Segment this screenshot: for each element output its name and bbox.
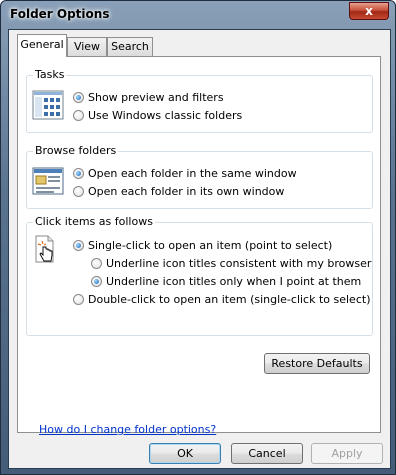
browse-folders-group-label: Browse folders: [33, 144, 119, 157]
tasks-group-label: Tasks: [33, 68, 67, 81]
close-button[interactable]: x: [349, 2, 389, 20]
apply-button[interactable]: Apply: [311, 443, 383, 464]
same-window-label: Open each folder in the same window: [88, 167, 297, 180]
tasks-preview-icon: [32, 90, 64, 120]
underline-consistent-radio[interactable]: [91, 258, 102, 269]
show-preview-radio[interactable]: [73, 92, 84, 103]
tab-view[interactable]: View: [67, 37, 107, 56]
underline-point-label: Underline icon titles only when I point …: [106, 275, 362, 288]
window-title: Folder Options: [10, 7, 110, 21]
double-click-label: Double-click to open an item (single-cli…: [88, 293, 371, 306]
cancel-button[interactable]: Cancel: [231, 443, 303, 464]
single-click-radio[interactable]: [73, 240, 84, 251]
underline-consistent-label: Underline icon titles consistent with my…: [106, 257, 372, 270]
classic-folders-radio[interactable]: [73, 110, 84, 121]
help-link[interactable]: How do I change folder options?: [39, 423, 216, 436]
title-bar[interactable]: Folder Options x: [1, 1, 395, 29]
underline-point-radio[interactable]: [91, 276, 102, 287]
same-window-radio[interactable]: [73, 168, 84, 179]
own-window-label: Open each folder in its own window: [88, 185, 285, 198]
click-items-group-label: Click items as follows: [33, 215, 155, 228]
browse-folders-group: Browse folders Open each folder in the s…: [26, 144, 373, 209]
general-tab-panel: Tasks Show preview and filters Use Windo…: [17, 56, 381, 436]
tab-search[interactable]: Search: [107, 37, 153, 56]
double-click-radio[interactable]: [73, 294, 84, 305]
ok-button[interactable]: OK: [149, 443, 221, 464]
single-click-label: Single-click to open an item (point to s…: [88, 239, 333, 252]
hand-pointer-icon: [35, 235, 54, 263]
show-preview-label: Show preview and filters: [88, 91, 224, 104]
browse-folders-window-icon: [32, 167, 64, 195]
restore-defaults-button[interactable]: Restore Defaults: [264, 353, 370, 374]
click-items-group: Click items as follows Single-click to o…: [26, 215, 373, 336]
tasks-group: Tasks Show preview and filters Use Windo…: [26, 68, 373, 133]
tab-general[interactable]: General: [17, 34, 67, 57]
own-window-radio[interactable]: [73, 186, 84, 197]
dialog-client-area: General View Search Tasks Show preview a…: [8, 29, 391, 469]
folder-options-window: Folder Options x General View Search Tas…: [0, 0, 396, 475]
classic-folders-label: Use Windows classic folders: [88, 109, 243, 122]
